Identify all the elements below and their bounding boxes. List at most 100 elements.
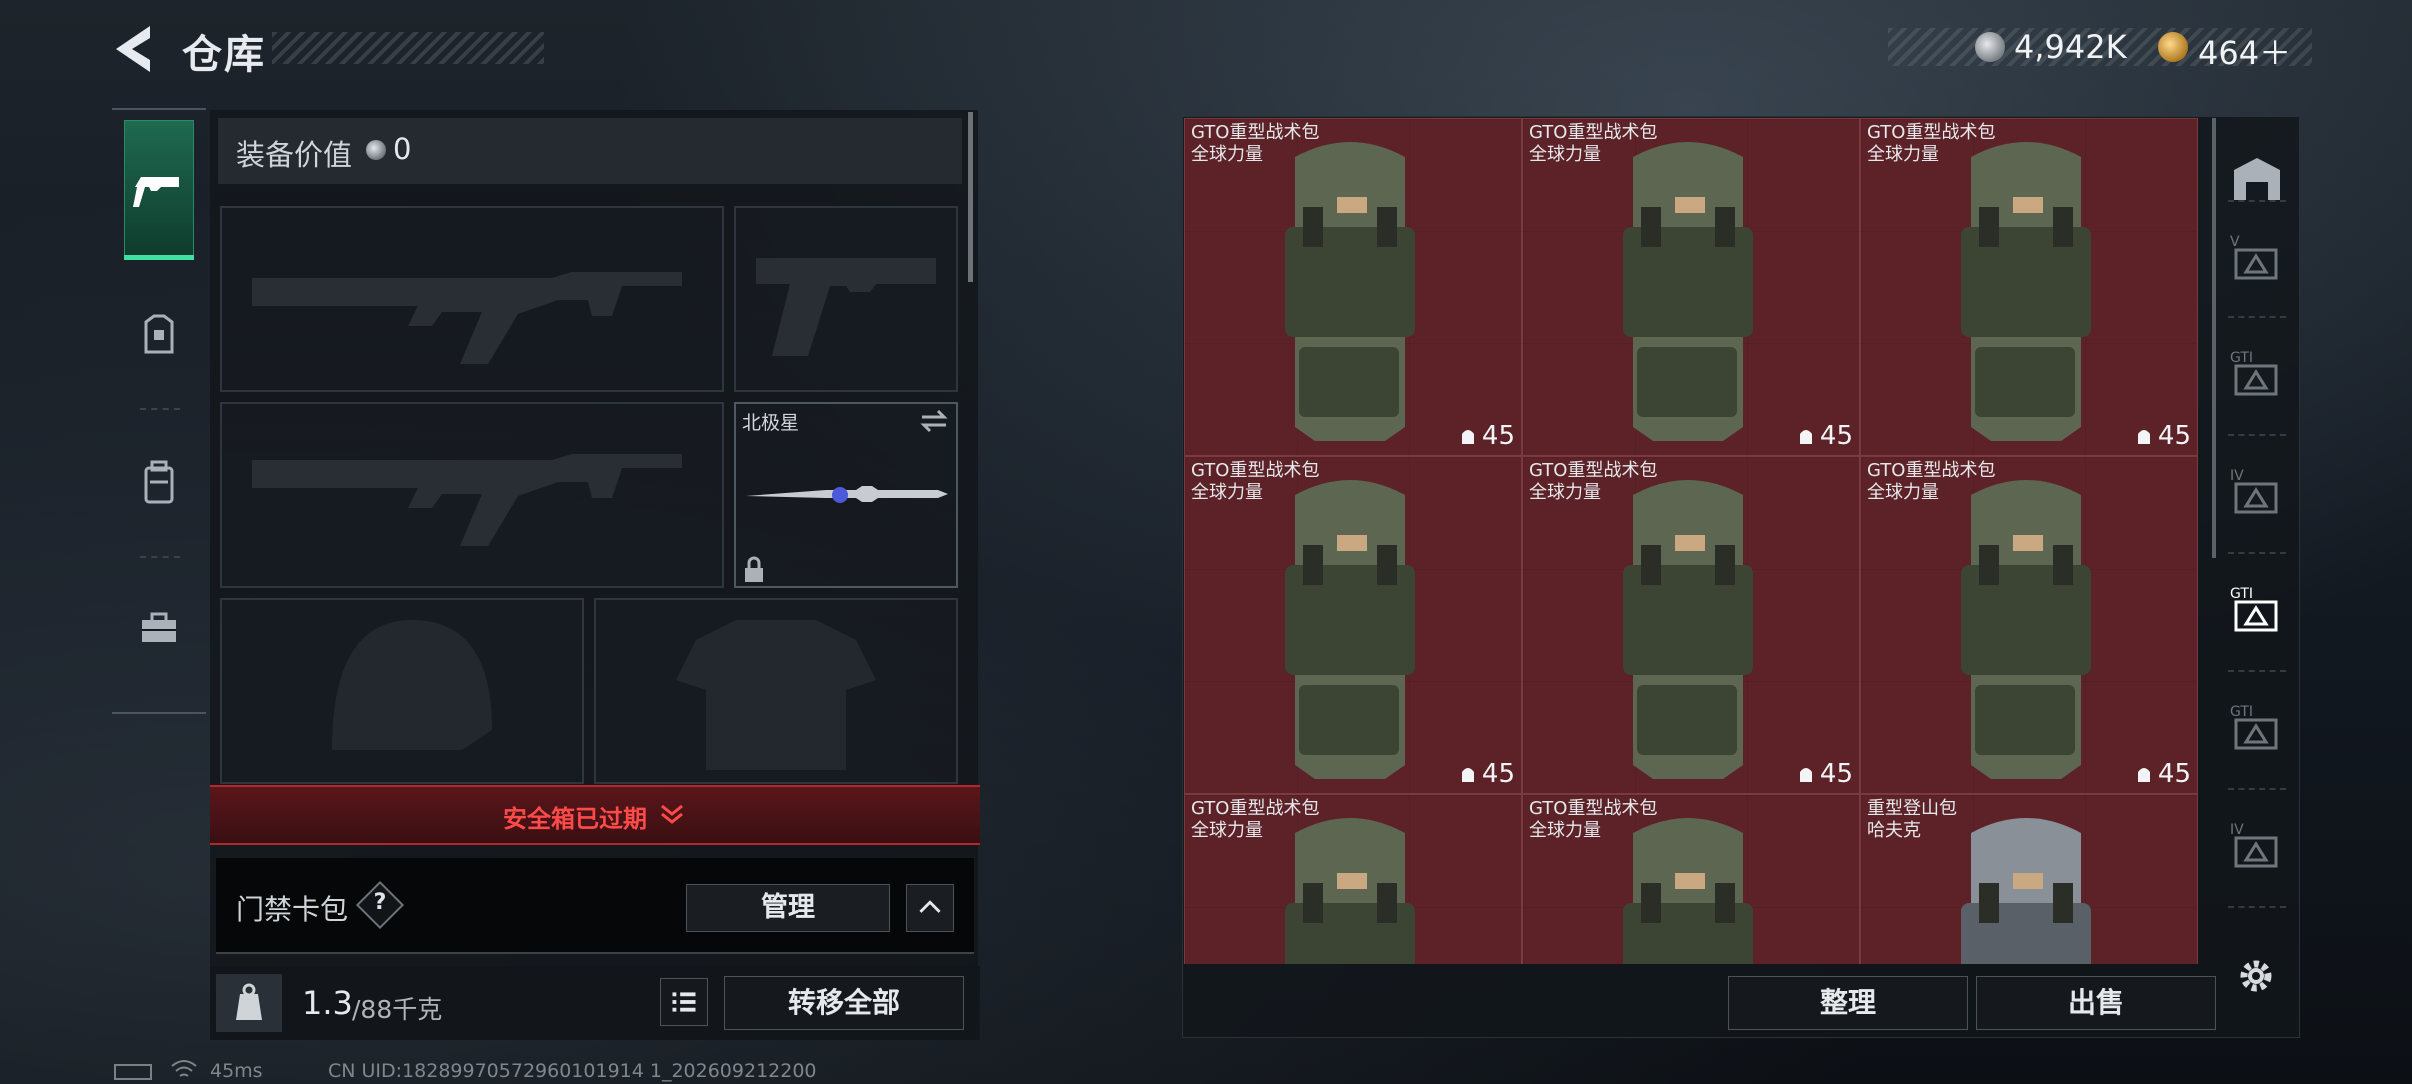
- backpack-image: [1623, 142, 1753, 441]
- item-name: GTO重型战术包: [1191, 798, 1320, 819]
- item-brand: 全球力量: [1529, 820, 1601, 841]
- sidearm-slot[interactable]: [734, 206, 958, 392]
- category-divider: [2228, 434, 2286, 436]
- item-name: GTO重型战术包: [1191, 122, 1320, 143]
- transfer-all-button[interactable]: 转移全部: [724, 976, 964, 1030]
- category-mark: V: [2230, 234, 2240, 250]
- item-capacity-value: 45: [1481, 759, 1515, 789]
- backpack-icon: [2137, 430, 2150, 444]
- storage-item[interactable]: GTO重型战术包 全球力量 45: [1860, 456, 2198, 794]
- category-mark: IV: [2230, 468, 2244, 484]
- back-arrow-icon[interactable]: [110, 22, 160, 76]
- equipment-value-label: 装备价值: [236, 138, 353, 172]
- storage-item[interactable]: 重型登山包 哈夫克: [1860, 794, 2198, 964]
- backpack-image: [1285, 818, 1415, 964]
- backpack-icon: [2137, 768, 2150, 782]
- item-name: GTO重型战术包: [1867, 122, 1996, 143]
- category-divider: [2228, 200, 2286, 202]
- rifle-silhouette: [252, 272, 682, 364]
- tab-divider: [140, 408, 180, 410]
- melee-item-name: 北极星: [742, 412, 800, 434]
- item-capacity-value: 45: [1819, 759, 1853, 789]
- backpack-image: [1623, 818, 1753, 964]
- primary-weapon-slot-1[interactable]: [220, 206, 724, 392]
- item-capacity-value: 45: [1481, 421, 1515, 451]
- ping-readout: 45ms: [210, 1060, 263, 1082]
- category-filter-icon[interactable]: V: [2224, 224, 2290, 290]
- category-filter-icon[interactable]: IV: [2224, 812, 2290, 878]
- loadout-scrollbar[interactable]: [968, 112, 973, 282]
- helmet-slot[interactable]: [220, 598, 584, 784]
- category-all-icon[interactable]: [2224, 148, 2290, 214]
- weight-current: 1.3: [302, 984, 353, 1022]
- keycard-wallet-label: 门禁卡包: [236, 893, 349, 926]
- armor-icon: [144, 314, 174, 354]
- weight-max: /88千克: [352, 995, 443, 1024]
- storage-item[interactable]: GTO重型战术包 全球力量 45: [1522, 456, 1860, 794]
- backpack-image: [1961, 142, 2091, 441]
- list-icon[interactable]: [660, 978, 708, 1026]
- backpack-icon: [1461, 430, 1474, 444]
- item-capacity: 45: [1460, 759, 1515, 789]
- category-divider: [2228, 788, 2286, 790]
- tab-backpack[interactable]: [124, 430, 194, 550]
- help-mark: ?: [373, 890, 387, 915]
- manage-button[interactable]: 管理: [686, 884, 890, 932]
- backpack-icon: [1799, 430, 1812, 444]
- item-name: 重型登山包: [1867, 798, 1957, 819]
- storage-item[interactable]: GTO重型战术包 全球力量 45: [1184, 456, 1522, 794]
- lock-icon: [745, 556, 763, 582]
- pistol-silhouette: [756, 258, 936, 356]
- gear-icon[interactable]: [2236, 956, 2276, 996]
- category-filter-icon[interactable]: GTI: [2224, 340, 2290, 406]
- storage-item[interactable]: GTO重型战术包 全球力量 45: [1522, 118, 1860, 456]
- item-capacity: 45: [1460, 421, 1515, 451]
- category-divider: [2228, 552, 2286, 554]
- item-name: GTO重型战术包: [1867, 460, 1996, 481]
- category-filter-icon[interactable]: IV: [2224, 458, 2290, 524]
- silver-currency-value: 4,942K: [2014, 28, 2127, 66]
- item-capacity-value: 45: [1819, 421, 1853, 451]
- category-mark: GTI: [2230, 586, 2253, 602]
- weight-icon: [216, 974, 282, 1032]
- tab-divider: [140, 556, 180, 558]
- chevron-down-icon[interactable]: [658, 800, 686, 828]
- tab-toolbox[interactable]: [124, 578, 194, 698]
- storage-item[interactable]: GTO重型战术包 全球力量 45: [1184, 118, 1522, 456]
- primary-weapon-slot-2[interactable]: [220, 402, 724, 588]
- category-filter-icon[interactable]: GTI: [2224, 576, 2290, 642]
- category-mark: GTI: [2230, 704, 2253, 720]
- toolbox-icon: [142, 612, 176, 642]
- sort-button[interactable]: 整理: [1728, 976, 1968, 1030]
- safe-box-status: 安全箱已过期: [503, 805, 647, 833]
- silver-coin-icon: [1975, 32, 2005, 62]
- storage-item[interactable]: GTO重型战术包 全球力量: [1522, 794, 1860, 964]
- item-capacity: 45: [1798, 421, 1853, 451]
- item-capacity-value: 45: [2157, 759, 2191, 789]
- item-name: GTO重型战术包: [1529, 460, 1658, 481]
- equipment-value-amount: 0: [393, 132, 412, 166]
- title-decoration: [272, 32, 544, 64]
- storage-item[interactable]: GTO重型战术包 全球力量: [1184, 794, 1522, 964]
- chevron-up-icon[interactable]: [906, 884, 954, 932]
- backpack-icon: [1461, 768, 1474, 782]
- backpack-icon: [1799, 768, 1812, 782]
- gold-currency-value[interactable]: 464＋: [2198, 28, 2291, 74]
- backpack-image: [1961, 818, 2091, 964]
- active-tab-indicator: [124, 255, 194, 260]
- backpack-image: [1285, 142, 1415, 441]
- armor-silhouette: [676, 620, 876, 770]
- category-divider: [2228, 316, 2286, 318]
- tab-armor[interactable]: [124, 282, 194, 402]
- category-filter-icon[interactable]: GTI: [2224, 694, 2290, 760]
- body-armor-slot[interactable]: [594, 598, 958, 784]
- wifi-icon: [171, 1060, 197, 1077]
- sell-button[interactable]: 出售: [1976, 976, 2216, 1030]
- category-divider: [2228, 906, 2286, 908]
- item-capacity: 45: [2136, 759, 2191, 789]
- battery-icon: [114, 1064, 152, 1080]
- pistol-icon: [133, 177, 179, 207]
- storage-item[interactable]: GTO重型战术包 全球力量 45: [1860, 118, 2198, 456]
- tab-weapons[interactable]: [124, 120, 194, 260]
- swap-icon[interactable]: [918, 408, 950, 434]
